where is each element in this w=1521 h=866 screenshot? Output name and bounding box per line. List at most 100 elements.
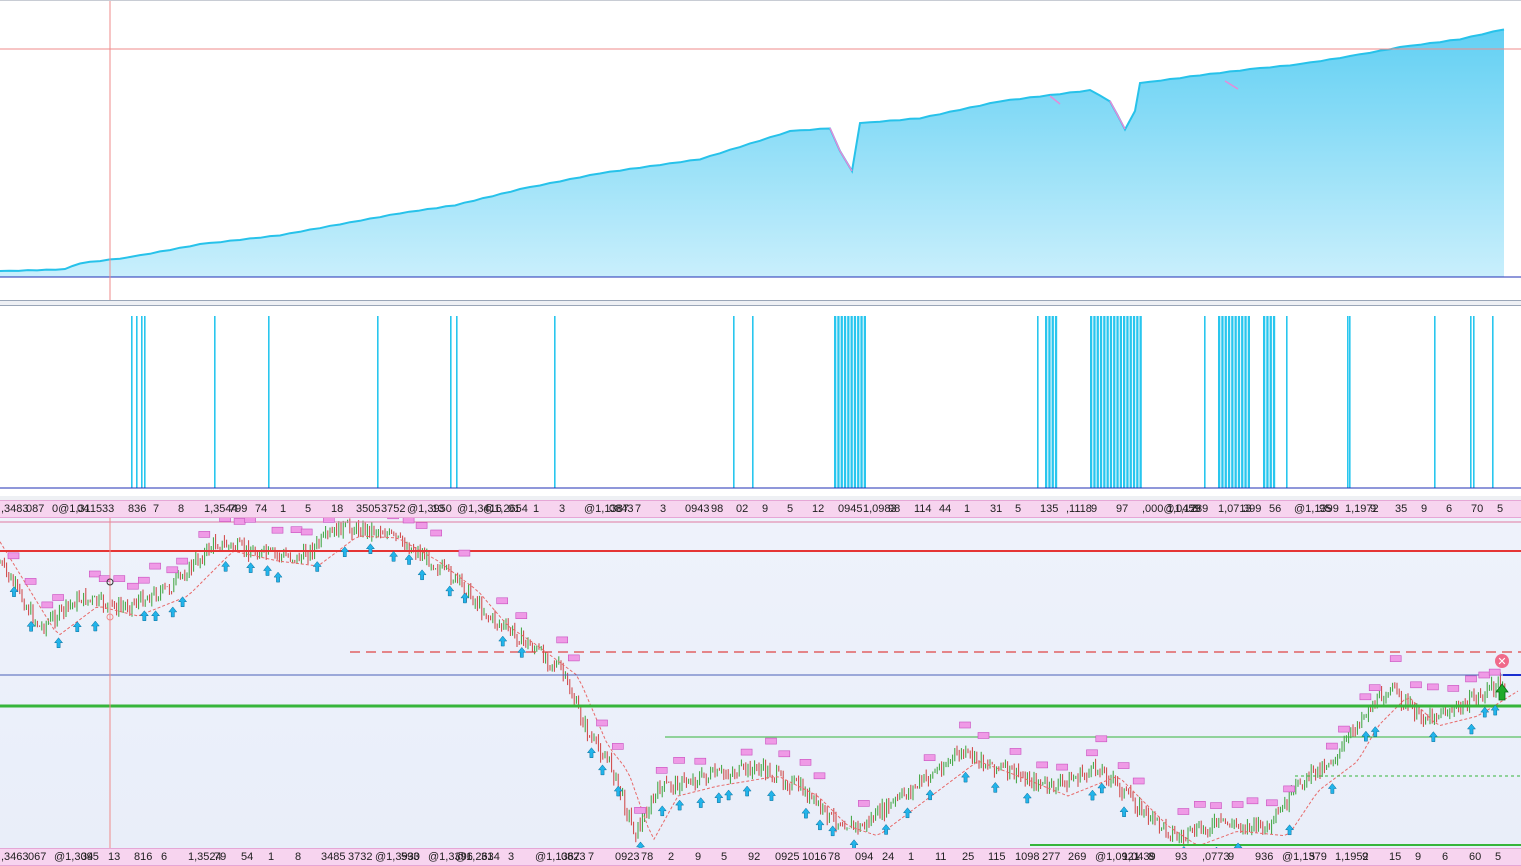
trade-tag <box>1177 808 1190 815</box>
svg-text:✕: ✕ <box>1497 655 1506 668</box>
trade-tag <box>415 522 428 529</box>
trade-price-label: @1,1399 <box>1294 503 1339 515</box>
buy-arrow-icon <box>801 807 811 819</box>
trade-price-label: 0925 <box>775 851 800 863</box>
signal-bar <box>1051 316 1054 488</box>
trade-price-label: 836 <box>128 503 147 515</box>
trade-price-label: 7 <box>635 503 642 515</box>
trade-tag <box>567 654 580 662</box>
buy-arrow-icon <box>925 789 935 801</box>
trade-price-label: 0843 <box>609 503 634 515</box>
trade-tag <box>1056 763 1068 771</box>
equity-curve-pane[interactable] <box>0 0 1521 300</box>
trade-tag <box>1488 668 1501 676</box>
signal-bars <box>131 316 1494 488</box>
trade-tag <box>857 800 870 807</box>
buy-arrow-icon <box>498 635 508 647</box>
signal-histogram-pane[interactable] <box>0 306 1521 496</box>
signal-bar <box>268 316 270 488</box>
signal-bar <box>1349 316 1351 488</box>
buy-arrow-icon <box>1119 806 1129 817</box>
buy-arrow-icon <box>1097 782 1107 794</box>
buy-arrow-icon <box>139 610 149 621</box>
signal-bar <box>1269 316 1272 488</box>
trade-tag <box>113 575 126 582</box>
signal-bar <box>1054 316 1058 488</box>
trade-tag <box>496 597 509 605</box>
trade-price-label: 13 <box>432 503 445 515</box>
exit-x-icon[interactable]: ✕ <box>1495 654 1509 668</box>
trade-price-label: 3 <box>660 503 667 515</box>
trade-tag <box>611 743 624 750</box>
buy-arrow-icon <box>1327 783 1337 794</box>
buy-arrow-icon <box>1466 723 1476 735</box>
equity-curve-chart <box>0 1 1521 300</box>
trade-tag <box>1194 800 1206 808</box>
trade-price-label: 78 <box>641 851 654 863</box>
trade-price-label: 1 <box>268 851 275 863</box>
buy-arrow-icon <box>1087 789 1098 801</box>
trade-tag <box>1266 799 1278 807</box>
trade-tag <box>198 531 211 538</box>
trade-tag <box>1427 683 1439 691</box>
trade-price-label: 1 <box>908 851 915 863</box>
trade-price-label: 9 <box>1415 851 1422 863</box>
buy-arrow-icon <box>262 565 273 576</box>
trade-price-label: 2 <box>668 851 675 863</box>
trade-tag <box>244 518 256 523</box>
trade-price-label: 74 <box>255 503 268 515</box>
trade-price-label: 93 <box>1175 851 1188 863</box>
trade-tag <box>166 566 179 574</box>
trade-tag <box>694 757 707 765</box>
signal-bar <box>1272 316 1276 488</box>
trade-tag <box>515 612 528 619</box>
buy-arrow-icon <box>273 571 283 583</box>
signal-bar <box>1048 316 1051 488</box>
signal-bar <box>1106 316 1109 488</box>
trade-tag <box>1095 735 1108 743</box>
signal-bar <box>840 316 843 488</box>
signal-bar <box>1109 316 1113 488</box>
signal-bar <box>1204 316 1206 488</box>
trade-tag <box>1117 762 1130 769</box>
trade-price-label: 277 <box>1042 851 1061 863</box>
trade-price-label: 31 <box>990 503 1003 515</box>
buy-arrow-icon <box>881 824 891 835</box>
trade-tag <box>290 526 303 533</box>
trade-tag <box>1246 797 1259 805</box>
buy-arrow-icon <box>312 561 322 572</box>
buy-arrow-icon <box>26 620 36 632</box>
buy-arrow-icon <box>404 554 414 565</box>
trade-tag <box>127 582 139 590</box>
signal-bar <box>857 316 860 488</box>
trade-price-label: 6 <box>1446 503 1453 515</box>
trade-price-label: 0923 <box>615 851 640 863</box>
buy-arrow-icon <box>168 606 178 618</box>
trade-tag <box>1132 777 1145 785</box>
signal-bar <box>1227 316 1231 488</box>
trade-tag <box>430 529 443 537</box>
moving-average-line <box>0 535 1519 846</box>
signal-bar <box>1241 316 1244 488</box>
signal-bar <box>1286 316 1288 488</box>
trade-tag <box>7 552 20 560</box>
signal-bar <box>1263 316 1266 488</box>
trade-price-label: 15 <box>1389 851 1402 863</box>
price-chart-pane[interactable]: ✕ <box>0 518 1521 848</box>
trade-tag <box>138 576 150 584</box>
trade-price-label: 0943 <box>685 503 710 515</box>
trade-price-label: 5 <box>721 851 728 863</box>
buy-arrow-icon <box>1428 731 1438 742</box>
trade-price-label: 3 <box>508 851 515 863</box>
signal-bar <box>456 316 458 488</box>
signal-bar <box>1237 316 1241 488</box>
trade-price-label: 9 <box>762 503 769 515</box>
trade-tag <box>799 759 812 766</box>
buy-arrow-icon <box>828 825 838 837</box>
trade-price-label: 5 <box>1495 851 1502 863</box>
buy-arrow-icon <box>597 764 608 776</box>
signal-bar <box>1119 316 1122 488</box>
trade-tag <box>1009 748 1022 755</box>
price-chart: ✕ <box>0 518 1521 848</box>
trade-price-label: 33 <box>102 503 115 515</box>
